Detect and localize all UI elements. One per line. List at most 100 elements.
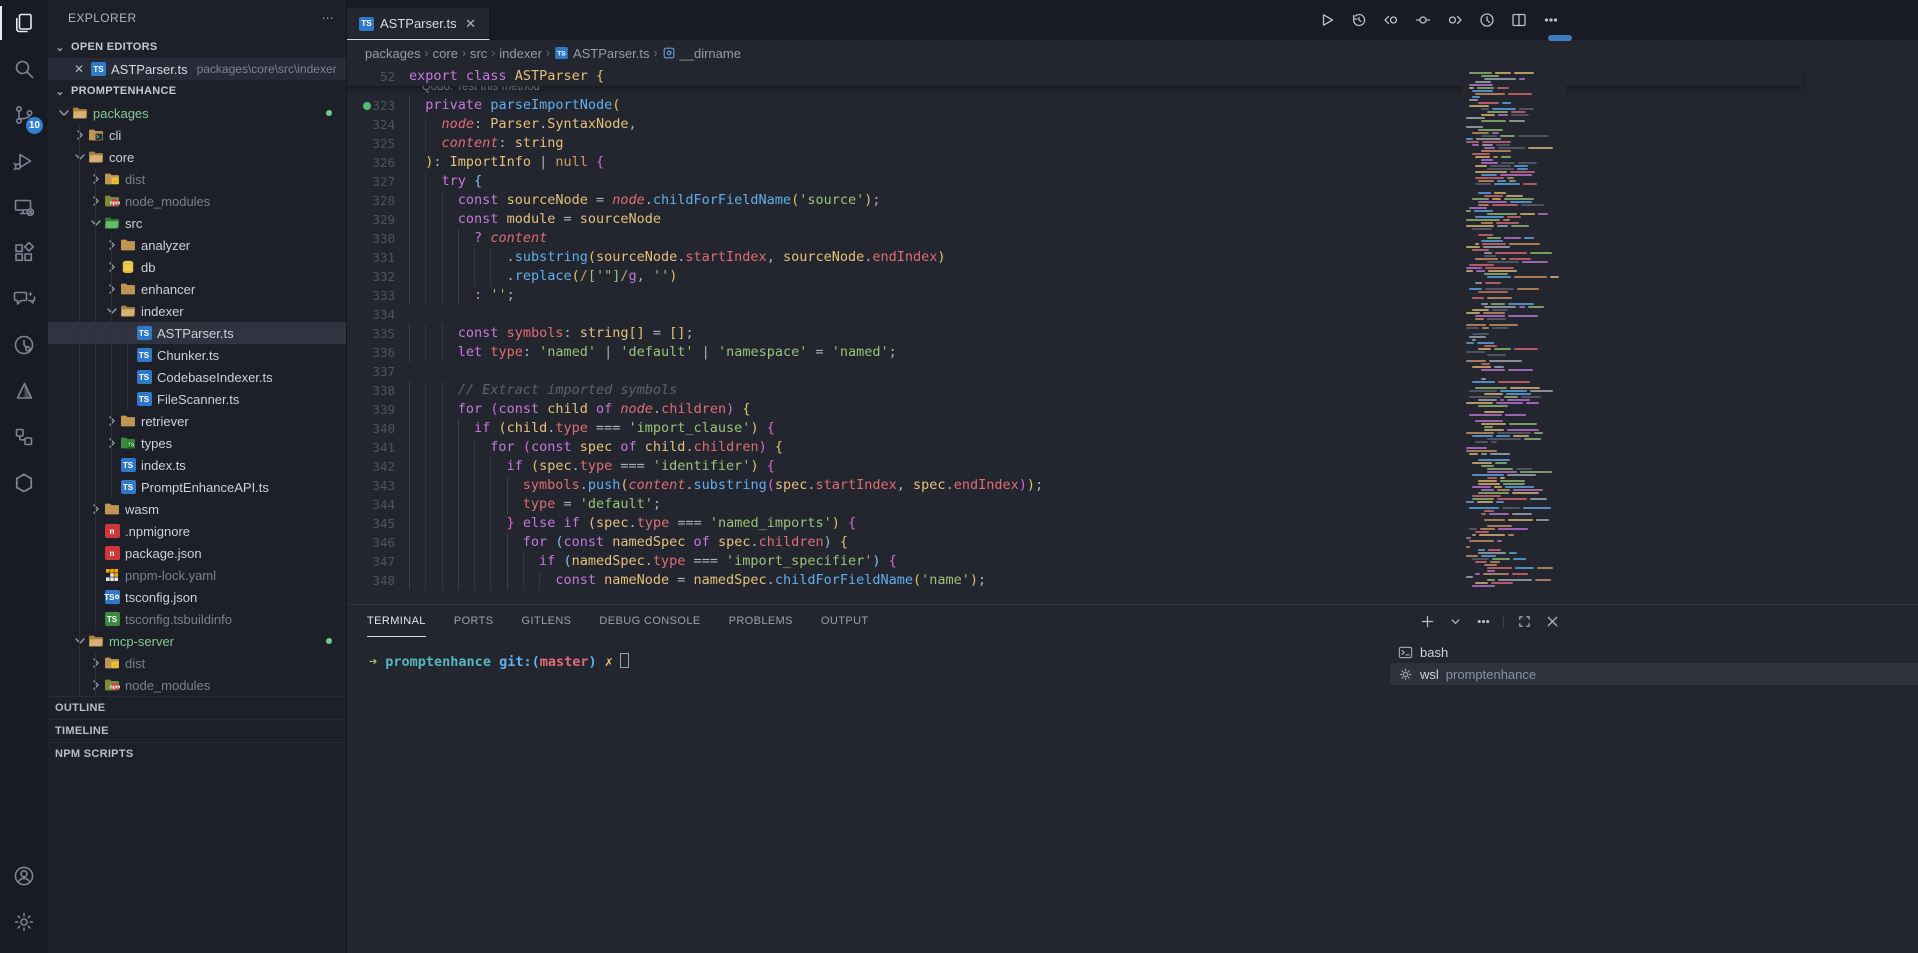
- terminal-instance-bash[interactable]: bash: [1390, 641, 1918, 663]
- code-line-343[interactable]: 343 symbols.push(content.substring(spec.…: [347, 476, 1918, 495]
- tree-item-retriever[interactable]: retriever: [48, 410, 346, 432]
- code-line-339[interactable]: 339 for (const child of node.children) {: [347, 400, 1918, 419]
- tree-item-cli[interactable]: >_cli: [48, 124, 346, 146]
- line-number[interactable]: 336: [347, 345, 409, 360]
- activity-account-icon[interactable]: [0, 853, 48, 899]
- code-line-348[interactable]: 348 const nameNode = namedSpec.childForF…: [347, 571, 1918, 590]
- activity-extensions-icon[interactable]: [0, 230, 48, 276]
- panel-tab-terminal[interactable]: TERMINAL: [367, 605, 426, 637]
- launch-profile-icon[interactable]: [1447, 613, 1463, 629]
- tree-item-astparser-ts[interactable]: TSASTParser.ts: [48, 322, 346, 344]
- line-number[interactable]: 339: [347, 402, 409, 417]
- tree-item-dist[interactable]: ↓dist: [48, 168, 346, 190]
- line-number[interactable]: 346: [347, 535, 409, 550]
- next-change-icon[interactable]: [1446, 11, 1464, 29]
- breadcrumb-item-core[interactable]: core: [433, 46, 458, 61]
- code-line-338[interactable]: 338 // Extract imported symbols: [347, 381, 1918, 400]
- tree-item-filescanner-ts[interactable]: TSFileScanner.ts: [48, 388, 346, 410]
- panel-tab-debug-console[interactable]: DEBUG CONSOLE: [599, 605, 700, 637]
- new-terminal-icon[interactable]: [1419, 613, 1435, 629]
- line-number[interactable]: 323: [347, 98, 409, 113]
- code-line-328[interactable]: 328 const sourceNode = node.childForFiel…: [347, 191, 1918, 210]
- line-number[interactable]: 328: [347, 193, 409, 208]
- run-icon[interactable]: [1318, 11, 1336, 29]
- line-number[interactable]: 333: [347, 288, 409, 303]
- code-line-330[interactable]: 330 ? content: [347, 229, 1918, 248]
- code-line-334[interactable]: 334: [347, 305, 1918, 324]
- tree-item-index-ts[interactable]: TSindex.ts: [48, 454, 346, 476]
- panel-tab-gitlens[interactable]: GITLENS: [522, 605, 572, 637]
- line-number[interactable]: 340: [347, 421, 409, 436]
- activity-remote-explorer-icon[interactable]: [0, 184, 48, 230]
- panel-tab-problems[interactable]: PROBLEMS: [729, 605, 793, 637]
- tree-item-db[interactable]: db: [48, 256, 346, 278]
- code-line-342[interactable]: 342 if (spec.type === 'identifier') {: [347, 457, 1918, 476]
- line-number[interactable]: 334: [347, 307, 409, 322]
- tree-item-node-modules[interactable]: npmnode_modules: [48, 190, 346, 212]
- gitlens-graph-icon[interactable]: [1478, 11, 1496, 29]
- line-number[interactable]: 348: [347, 573, 409, 588]
- terminal-instance-wsl[interactable]: wslpromptenhance: [1390, 663, 1918, 685]
- code-line-340[interactable]: 340 if (child.type === 'import_clause') …: [347, 419, 1918, 438]
- activity-prism-icon[interactable]: [0, 368, 48, 414]
- activity-settings-icon[interactable]: [0, 899, 48, 945]
- tree-item-enhancer[interactable]: enhancer: [48, 278, 346, 300]
- line-number[interactable]: 347: [347, 554, 409, 569]
- sticky-scroll-line[interactable]: 52 export class ASTParser {: [347, 66, 1802, 86]
- line-number[interactable]: 326: [347, 155, 409, 170]
- tree-item-tsconfig-json[interactable]: TS⚙tsconfig.json: [48, 586, 346, 608]
- code-editor[interactable]: 322Qodo: Test this method323 private par…: [347, 66, 1918, 604]
- maximize-icon[interactable]: [1516, 613, 1532, 629]
- activity-qodo-icon[interactable]: [0, 460, 48, 506]
- tree-item-analyzer[interactable]: analyzer: [48, 234, 346, 256]
- tree-item-src[interactable]: src: [48, 212, 346, 234]
- split-editor-icon[interactable]: [1510, 11, 1528, 29]
- tree-item-wasm[interactable]: wasm: [48, 498, 346, 520]
- code-line-337[interactable]: 337: [347, 362, 1918, 381]
- tree-item-packages[interactable]: packages: [48, 102, 346, 124]
- project-section-header[interactable]: ⌄ PROMPTENHANCE: [48, 80, 346, 102]
- panel-tab-ports[interactable]: PORTS: [454, 605, 494, 637]
- tree-item-mcp-server[interactable]: mcp-server: [48, 630, 346, 652]
- code-line-329[interactable]: 329 const module = sourceNode: [347, 210, 1918, 229]
- tree-item-node-modules[interactable]: npmnode_modules: [48, 674, 346, 696]
- code-line-344[interactable]: 344 type = 'default';: [347, 495, 1918, 514]
- more-actions-icon[interactable]: [1542, 11, 1560, 29]
- line-number[interactable]: 344: [347, 497, 409, 512]
- minimap[interactable]: [1462, 66, 1566, 604]
- code-line-347[interactable]: 347 if (namedSpec.type === 'import_speci…: [347, 552, 1918, 571]
- breadcrumb-item-src[interactable]: src: [470, 46, 487, 61]
- breadcrumb-item--dirname[interactable]: __dirname: [662, 46, 741, 61]
- history-icon[interactable]: [1350, 11, 1368, 29]
- line-number[interactable]: 325: [347, 136, 409, 151]
- tree-item--npmignore[interactable]: n.npmignore: [48, 520, 346, 542]
- tree-item-types[interactable]: TStypes: [48, 432, 346, 454]
- tree-item-codebaseindexer-ts[interactable]: TSCodebaseIndexer.ts: [48, 366, 346, 388]
- code-line-332[interactable]: 332 .replace(/['"]/g, ''): [347, 267, 1918, 286]
- code-line-341[interactable]: 341 for (const spec of child.children) {: [347, 438, 1918, 457]
- line-number[interactable]: 335: [347, 326, 409, 341]
- tree-item-package-json[interactable]: npackage.json: [48, 542, 346, 564]
- activity-search-icon[interactable]: [0, 46, 48, 92]
- code-line-336[interactable]: 336 let type: 'named' | 'default' | 'nam…: [347, 343, 1918, 362]
- code-line-346[interactable]: 346 for (const namedSpec of spec.childre…: [347, 533, 1918, 552]
- more-icon[interactable]: [1475, 613, 1491, 629]
- code-line-335[interactable]: 335 const symbols: string[] = [];: [347, 324, 1918, 343]
- terminal[interactable]: ➜ promptenhance git:(master) ✗: [347, 637, 1390, 953]
- activity-run-and-debug-icon[interactable]: [0, 138, 48, 184]
- tab-astparser[interactable]: TS ASTParser.ts ✕: [347, 8, 490, 40]
- line-number[interactable]: 330: [347, 231, 409, 246]
- close-icon[interactable]: [1544, 613, 1560, 629]
- line-number[interactable]: 329: [347, 212, 409, 227]
- code-line-345[interactable]: 345 } else if (spec.type === 'named_impo…: [347, 514, 1918, 533]
- close-icon[interactable]: ✕: [72, 62, 86, 76]
- open-editor-item[interactable]: ✕ TS ASTParser.ts packages\core\src\inde…: [48, 58, 346, 80]
- code-line-333[interactable]: 333 : '';: [347, 286, 1918, 305]
- tree-item-pnpm-lock-yaml[interactable]: pnpm-lock.yaml: [48, 564, 346, 586]
- code-line-331[interactable]: 331 .substring(sourceNode.startIndex, so…: [347, 248, 1918, 267]
- pending-change-icon[interactable]: [1414, 11, 1432, 29]
- open-editors-section[interactable]: ⌄ OPEN EDITORS: [48, 36, 346, 58]
- section-outline[interactable]: OUTLINE: [48, 696, 346, 719]
- code-line-325[interactable]: 325 content: string: [347, 134, 1918, 153]
- line-number[interactable]: 341: [347, 440, 409, 455]
